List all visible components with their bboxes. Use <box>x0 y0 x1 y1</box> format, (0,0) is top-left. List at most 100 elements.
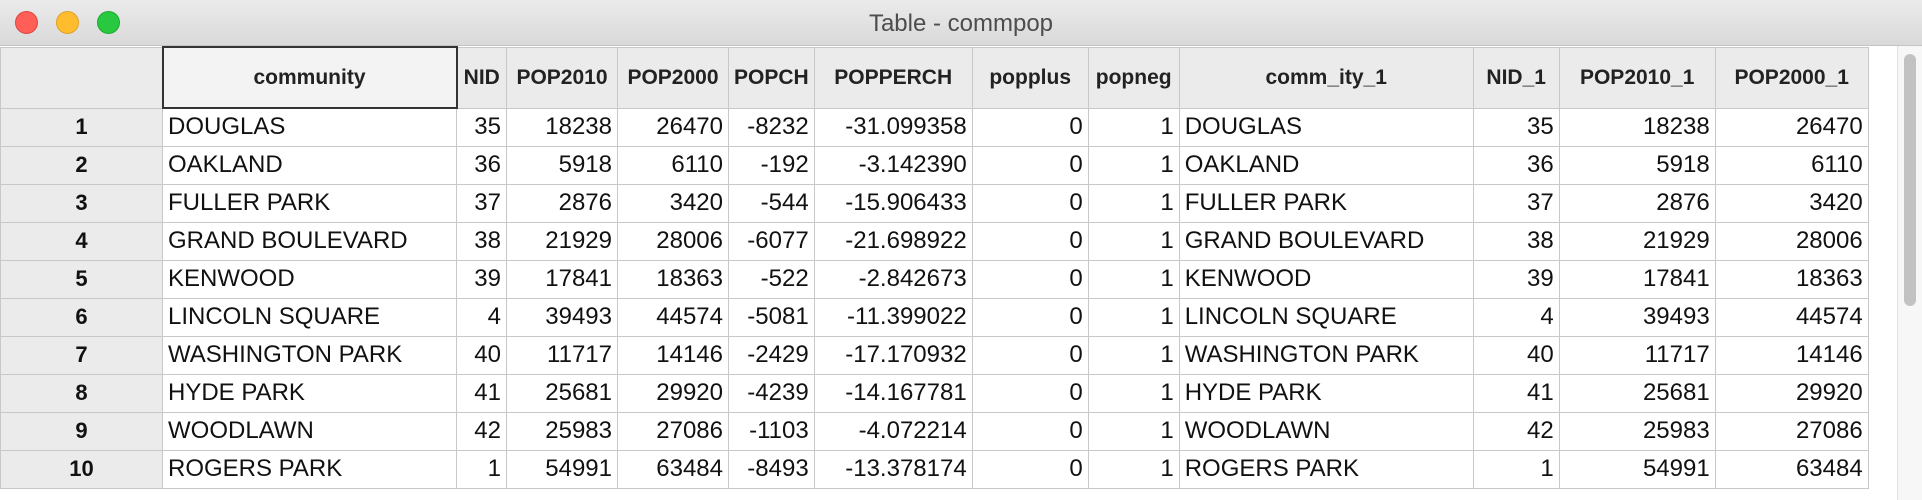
table-cell[interactable]: -14.167781 <box>813 373 973 413</box>
table-cell[interactable]: 0 <box>971 373 1089 413</box>
column-header[interactable]: NID_1 <box>1472 46 1560 109</box>
table-cell[interactable]: 1 <box>1087 107 1180 147</box>
table-cell[interactable]: GRAND BOULEVARD <box>1178 221 1474 261</box>
table-cell[interactable]: -522 <box>728 259 815 299</box>
table-cell[interactable]: 4 <box>456 297 507 337</box>
table-cell[interactable]: 39 <box>1472 259 1560 299</box>
table-cell[interactable]: 39493 <box>506 297 618 337</box>
table-cell[interactable]: 44574 <box>617 297 729 337</box>
table-row[interactable]: 8 HYDE PARK 41 25681 29920 -4239 -14.167781 0 1 H… <box>0 373 1869 413</box>
table-cell[interactable]: KENWOOD <box>162 259 457 299</box>
table-cell[interactable]: LINCOLN SQUARE <box>162 297 457 337</box>
table-cell[interactable]: WOODLAWN <box>1178 411 1474 451</box>
table-cell[interactable]: 54991 <box>1558 449 1716 489</box>
table-cell[interactable]: 42 <box>456 411 507 451</box>
table-cell[interactable]: 36 <box>1472 145 1560 185</box>
table-cell[interactable]: 21929 <box>506 221 618 261</box>
table-cell[interactable]: 18238 <box>1558 107 1716 147</box>
table-row[interactable]: 10 ROGERS PARK 1 54991 63484 -8493 -13.378174 0… <box>0 449 1869 489</box>
row-number-cell[interactable]: 2 <box>0 145 163 185</box>
table-cell[interactable]: 11717 <box>1558 335 1716 375</box>
table-row[interactable]: 2 OAKLAND 36 5918 6110 -192 -3.142390 0 1 OAKLAND… <box>0 145 1869 185</box>
table-cell[interactable]: 1 <box>1472 449 1560 489</box>
row-number-cell[interactable]: 8 <box>0 373 163 413</box>
table-cell[interactable]: 25681 <box>1558 373 1716 413</box>
table-cell[interactable]: 6110 <box>617 145 729 185</box>
table-cell[interactable]: 1 <box>1087 449 1180 489</box>
row-number-cell[interactable]: 7 <box>0 335 163 375</box>
column-header[interactable]: comm_ity_1 <box>1178 46 1474 109</box>
table-row[interactable]: 6 LINCOLN SQUARE 4 39493 44574 -5081 -11.39902… <box>0 297 1869 337</box>
table-cell[interactable]: 5918 <box>1558 145 1716 185</box>
table-cell[interactable]: 3420 <box>617 183 729 223</box>
scrollbar-thumb[interactable] <box>1904 54 1916 306</box>
table-cell[interactable]: OAKLAND <box>162 145 457 185</box>
table-cell[interactable]: -1103 <box>728 411 815 451</box>
row-number-cell[interactable]: 3 <box>0 183 163 223</box>
table-cell[interactable]: 0 <box>971 335 1089 375</box>
table-cell[interactable]: 28006 <box>1714 221 1869 261</box>
table-cell[interactable]: -4239 <box>728 373 815 413</box>
table-cell[interactable]: 0 <box>971 411 1089 451</box>
table-cell[interactable]: 26470 <box>617 107 729 147</box>
column-header[interactable]: community <box>161 46 458 109</box>
table-cell[interactable]: 1 <box>1087 373 1180 413</box>
table-cell[interactable]: 0 <box>971 221 1089 261</box>
table-cell[interactable]: 5918 <box>506 145 618 185</box>
table-cell[interactable]: 2876 <box>1558 183 1716 223</box>
table-cell[interactable]: 40 <box>456 335 507 375</box>
table-cell[interactable]: 3420 <box>1714 183 1869 223</box>
table-cell[interactable]: 1 <box>1087 259 1180 299</box>
table-cell[interactable]: 39493 <box>1558 297 1716 337</box>
table-cell[interactable]: -544 <box>728 183 815 223</box>
table-cell[interactable]: 41 <box>1472 373 1560 413</box>
table-cell[interactable]: 25983 <box>506 411 618 451</box>
table-cell[interactable]: WASHINGTON PARK <box>1178 335 1474 375</box>
table-cell[interactable]: 0 <box>971 297 1089 337</box>
table-cell[interactable]: 29920 <box>617 373 729 413</box>
table-cell[interactable]: -13.378174 <box>813 449 973 489</box>
table-cell[interactable]: 14146 <box>617 335 729 375</box>
table-cell[interactable]: -5081 <box>728 297 815 337</box>
table-cell[interactable]: DOUGLAS <box>1178 107 1474 147</box>
column-header[interactable]: POPCH <box>728 46 815 109</box>
table-cell[interactable]: 63484 <box>617 449 729 489</box>
table-cell[interactable]: -8493 <box>728 449 815 489</box>
table-row[interactable]: 7 WASHINGTON PARK 40 11717 14146 -2429 -17.170… <box>0 335 1869 375</box>
table-cell[interactable]: 1 <box>1087 335 1180 375</box>
table-cell[interactable]: 38 <box>1472 221 1560 261</box>
table-row[interactable]: 9 WOODLAWN 42 25983 27086 -1103 -4.072214 0 1 WOO… <box>0 411 1869 451</box>
table-cell[interactable]: -21.698922 <box>813 221 973 261</box>
table-cell[interactable]: 41 <box>456 373 507 413</box>
table-cell[interactable]: 1 <box>1087 221 1180 261</box>
table-cell[interactable]: 54991 <box>506 449 618 489</box>
table-cell[interactable]: -2.842673 <box>813 259 973 299</box>
table-cell[interactable]: GRAND BOULEVARD <box>162 221 457 261</box>
data-grid[interactable]: community NID POP2010 POP2000 POPCH POPPERCH p… <box>0 46 1898 500</box>
table-cell[interactable]: 40 <box>1472 335 1560 375</box>
table-cell[interactable]: 11717 <box>506 335 618 375</box>
row-number-cell[interactable]: 6 <box>0 297 163 337</box>
table-cell[interactable]: 25983 <box>1558 411 1716 451</box>
table-cell[interactable]: 18238 <box>506 107 618 147</box>
column-header[interactable]: popplus <box>971 46 1089 109</box>
column-header[interactable]: POP2010 <box>506 46 618 109</box>
table-cell[interactable]: 4 <box>1472 297 1560 337</box>
table-cell[interactable]: 37 <box>1472 183 1560 223</box>
table-cell[interactable]: -31.099358 <box>813 107 973 147</box>
table-cell[interactable]: 21929 <box>1558 221 1716 261</box>
table-cell[interactable]: WOODLAWN <box>162 411 457 451</box>
table-cell[interactable]: -17.170932 <box>813 335 973 375</box>
row-number-cell[interactable]: 1 <box>0 107 163 147</box>
table-cell[interactable]: 17841 <box>506 259 618 299</box>
table-cell[interactable]: 1 <box>1087 183 1180 223</box>
table-cell[interactable]: 42 <box>1472 411 1560 451</box>
table-cell[interactable]: HYDE PARK <box>1178 373 1474 413</box>
table-cell[interactable]: 25681 <box>506 373 618 413</box>
table-cell[interactable]: 2876 <box>506 183 618 223</box>
table-row[interactable]: 4 GRAND BOULEVARD 38 21929 28006 -6077 -21.698… <box>0 221 1869 261</box>
table-cell[interactable]: 1 <box>1087 145 1180 185</box>
table-cell[interactable]: -11.399022 <box>813 297 973 337</box>
table-cell[interactable]: WASHINGTON PARK <box>162 335 457 375</box>
table-cell[interactable]: 18363 <box>1714 259 1869 299</box>
